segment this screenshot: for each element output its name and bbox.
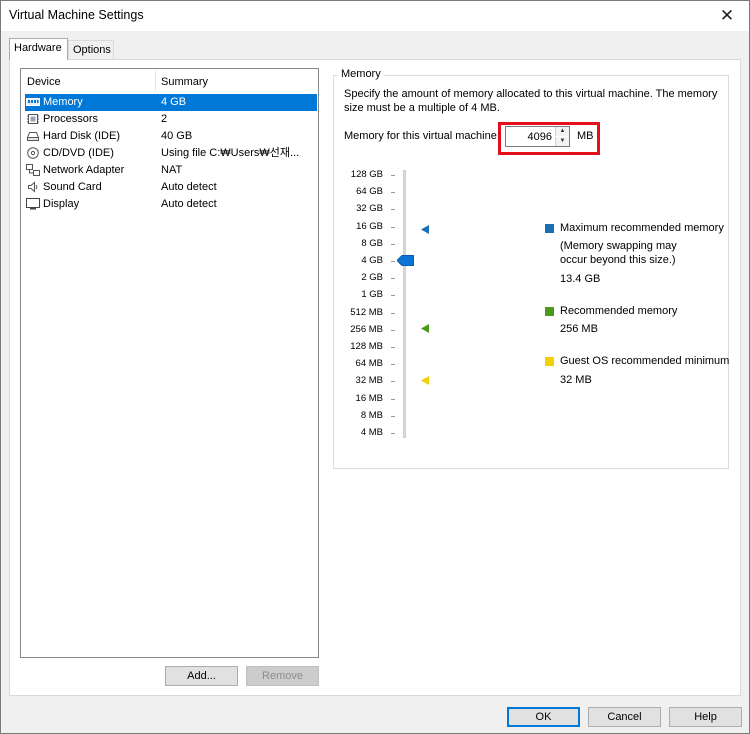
device-name: Hard Disk (IDE) xyxy=(43,130,121,142)
device-row-sound-card[interactable]: Sound Card Auto detect xyxy=(25,179,318,196)
title-bar: Virtual Machine Settings ✕ xyxy=(0,0,750,31)
scale-tick xyxy=(391,398,395,400)
memory-group-title: Memory xyxy=(338,68,384,80)
highlight-box xyxy=(498,122,600,155)
memory-icon xyxy=(26,98,40,106)
device-list: Device Summary Memory 4 GB Processors 2 … xyxy=(20,68,319,658)
display-icon xyxy=(26,198,40,210)
scale-tick xyxy=(391,381,395,383)
scale-label: 64 MB xyxy=(355,358,383,370)
scale-label: 128 GB xyxy=(350,169,383,180)
scale-label: 256 MB xyxy=(350,323,383,335)
scale-label: 512 MB xyxy=(350,306,383,318)
device-summary: 2 xyxy=(161,113,168,125)
scale-label: 4 MB xyxy=(360,427,383,438)
scale-label: 32 MB xyxy=(355,375,383,387)
scale-label: 32 GB xyxy=(356,203,383,215)
scale-label: 2 GB xyxy=(361,272,383,284)
scale-label: 64 GB xyxy=(356,186,383,198)
device-name: Network Adapter xyxy=(43,164,125,176)
device-row-cd-dvd[interactable]: CD/DVD (IDE) Using file C:₩Users₩선재... xyxy=(25,145,318,162)
recommended-value: 256 MB xyxy=(560,323,598,335)
scale-label: 8 MB xyxy=(360,409,383,421)
scale-label: 8 GB xyxy=(361,237,383,249)
device-row-hard-disk[interactable]: Hard Disk (IDE) 40 GB xyxy=(25,128,318,145)
device-summary: Auto detect xyxy=(161,181,217,193)
remove-device-button[interactable]: Remove xyxy=(246,666,319,686)
cancel-button[interactable]: Cancel xyxy=(588,707,661,727)
device-name: CD/DVD (IDE) xyxy=(43,147,114,159)
column-divider xyxy=(155,71,156,91)
scale-label: 16 MB xyxy=(355,392,383,404)
memory-slider-track[interactable] xyxy=(403,170,406,438)
scale-tick xyxy=(391,209,395,211)
device-name: Memory xyxy=(43,96,83,108)
memory-description: Specify the amount of memory allocated t… xyxy=(344,88,718,114)
ok-button[interactable]: OK xyxy=(507,707,580,727)
max-recommended-marker xyxy=(421,225,429,234)
scale-tick xyxy=(391,226,395,228)
scale-tick xyxy=(391,261,395,262)
scale-tick xyxy=(391,295,395,297)
network-adapter-icon xyxy=(26,164,40,176)
scale-tick xyxy=(391,364,395,366)
minimum-value: 32 MB xyxy=(560,374,592,386)
scale-label: 1 GB xyxy=(361,289,383,301)
device-row-memory[interactable]: Memory 4 GB xyxy=(25,94,317,111)
minimum-marker xyxy=(421,376,429,385)
device-summary: Using file C:₩Users₩선재... xyxy=(161,147,300,159)
scale-label: 128 MB xyxy=(350,341,383,352)
scale-tick xyxy=(391,312,395,314)
add-device-button[interactable]: Add... xyxy=(165,666,238,686)
scale-tick xyxy=(391,278,395,280)
scale-tick xyxy=(391,243,395,245)
device-summary: Auto detect xyxy=(161,198,217,210)
device-name: Processors xyxy=(43,113,99,125)
memory-field-label: Memory for this virtual machine: xyxy=(344,130,500,142)
scale-tick xyxy=(391,415,395,417)
hard-disk-icon xyxy=(26,132,40,141)
device-name: Sound Card xyxy=(43,181,102,193)
close-icon[interactable]: ✕ xyxy=(704,0,750,31)
scale-tick xyxy=(391,433,395,434)
sound-card-icon xyxy=(28,181,38,193)
window-title: Virtual Machine Settings xyxy=(9,8,144,22)
recommended-swatch xyxy=(545,307,554,316)
tab-hardware[interactable]: Hardware xyxy=(9,38,68,60)
device-summary: 4 GB xyxy=(161,96,187,108)
device-row-network-adapter[interactable]: Network Adapter NAT xyxy=(25,162,318,179)
max-recommended-swatch xyxy=(545,224,554,233)
help-button[interactable]: Help xyxy=(669,707,742,727)
device-summary: NAT xyxy=(161,164,183,176)
memory-slider-thumb[interactable] xyxy=(397,255,414,266)
minimum-swatch xyxy=(545,357,554,366)
device-name: Display xyxy=(43,198,80,210)
scale-label: 4 GB xyxy=(361,255,383,266)
scale-tick xyxy=(391,175,395,176)
scale-tick xyxy=(391,347,395,348)
column-header-summary[interactable]: Summary xyxy=(161,69,208,93)
device-summary: 40 GB xyxy=(161,130,193,142)
device-row-display[interactable]: Display Auto detect xyxy=(25,196,318,213)
recommended-title: Recommended memory xyxy=(560,305,678,317)
cd-dvd-icon xyxy=(27,147,39,159)
max-recommended-value: 13.4 GB xyxy=(560,273,601,285)
column-header-device[interactable]: Device xyxy=(27,69,61,93)
scale-tick xyxy=(391,192,395,194)
recommended-marker xyxy=(421,324,429,333)
max-recommended-note: (Memory swapping may occur beyond this s… xyxy=(560,240,677,266)
scale-label: 16 GB xyxy=(356,220,383,232)
tab-options[interactable]: Options xyxy=(68,40,114,60)
processor-icon xyxy=(27,114,39,124)
device-row-processors[interactable]: Processors 2 xyxy=(25,111,318,128)
scale-tick xyxy=(391,329,395,331)
minimum-title: Guest OS recommended minimum xyxy=(560,355,730,367)
max-recommended-title: Maximum recommended memory xyxy=(560,222,724,234)
